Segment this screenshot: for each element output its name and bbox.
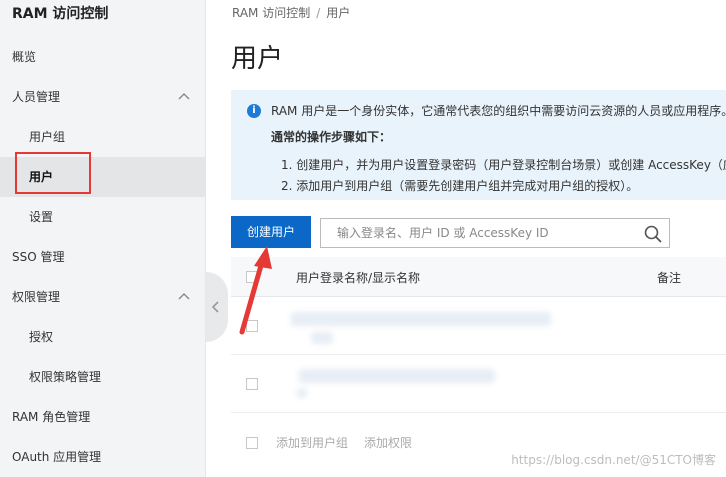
sidebar-collapse-handle[interactable] (206, 272, 228, 342)
page-title: 用户 (231, 44, 284, 74)
sidebar-item-oauth-apps[interactable]: OAuth 应用管理 (0, 437, 206, 477)
redacted-user-name (291, 312, 551, 326)
sidebar-item-groups[interactable]: 用户组 (0, 117, 206, 157)
table-header: 用户登录名称/显示名称 备注 (231, 257, 726, 297)
sidebar-item-sso[interactable]: SSO 管理 (0, 237, 206, 277)
sidebar-item-permission-management[interactable]: 权限管理 (0, 277, 206, 317)
redacted-display-name (297, 388, 307, 398)
redacted-display-name (311, 332, 333, 344)
info-step-2: 2. 添加用户到用户组（需要先创建用户组并完成对用户组的授权）。 (281, 179, 639, 193)
breadcrumb-root[interactable]: RAM 访问控制 (232, 6, 310, 20)
search-input[interactable] (321, 219, 621, 247)
column-header-note: 备注 (657, 271, 682, 285)
info-description: RAM 用户是一个身份实体，它通常代表您的组织中需要访问云资源的人员或应用程序。 (271, 104, 726, 118)
table-row[interactable] (231, 298, 726, 355)
sidebar: RAM 访问控制 概览 人员管理 用户组 用户 设置 SSO 管理 权限管理 授… (0, 0, 206, 477)
watermark: https://blog.csdn.net/@51CTO博客 (511, 453, 716, 467)
search-icon[interactable] (643, 224, 663, 244)
column-header-name: 用户登录名称/显示名称 (296, 271, 421, 285)
sidebar-title: RAM 访问控制 (12, 6, 109, 22)
info-notice: i RAM 用户是一个身份实体，它通常代表您的组织中需要访问云资源的人员或应用程… (231, 90, 726, 200)
annotation-arrow-icon (239, 246, 272, 335)
redacted-user-name (299, 369, 495, 383)
chevron-up-icon (178, 293, 190, 300)
table-row[interactable] (231, 356, 726, 413)
add-permission-link[interactable]: 添加权限 (364, 434, 412, 451)
sidebar-item-identity-management[interactable]: 人员管理 (0, 77, 206, 117)
sidebar-item-settings[interactable]: 设置 (0, 197, 206, 237)
sidebar-item-ram-roles[interactable]: RAM 角色管理 (0, 397, 206, 437)
info-step-1: 1. 创建用户，并为用户设置登录密码（用户登录控制台场景）或创建 AccessK… (281, 158, 726, 172)
breadcrumb-separator: / (316, 6, 321, 20)
annotation-highlight-box (15, 152, 91, 194)
breadcrumb-current: 用户 (326, 6, 351, 20)
breadcrumb: RAM 访问控制 / 用户 (232, 4, 350, 21)
sidebar-item-policies[interactable]: 权限策略管理 (0, 357, 206, 397)
info-heading: 通常的操作步骤如下： (271, 130, 392, 144)
add-to-group-link[interactable]: 添加到用户组 (276, 434, 348, 451)
chevron-up-icon (178, 93, 190, 100)
sidebar-item-grants[interactable]: 授权 (0, 317, 206, 357)
row-checkbox[interactable] (246, 378, 258, 390)
search-box (320, 218, 670, 248)
chevron-left-icon (211, 301, 219, 313)
sidebar-item-overview[interactable]: 概览 (0, 37, 206, 77)
info-icon: i (247, 104, 261, 118)
footer-select-all-checkbox[interactable] (246, 437, 258, 449)
